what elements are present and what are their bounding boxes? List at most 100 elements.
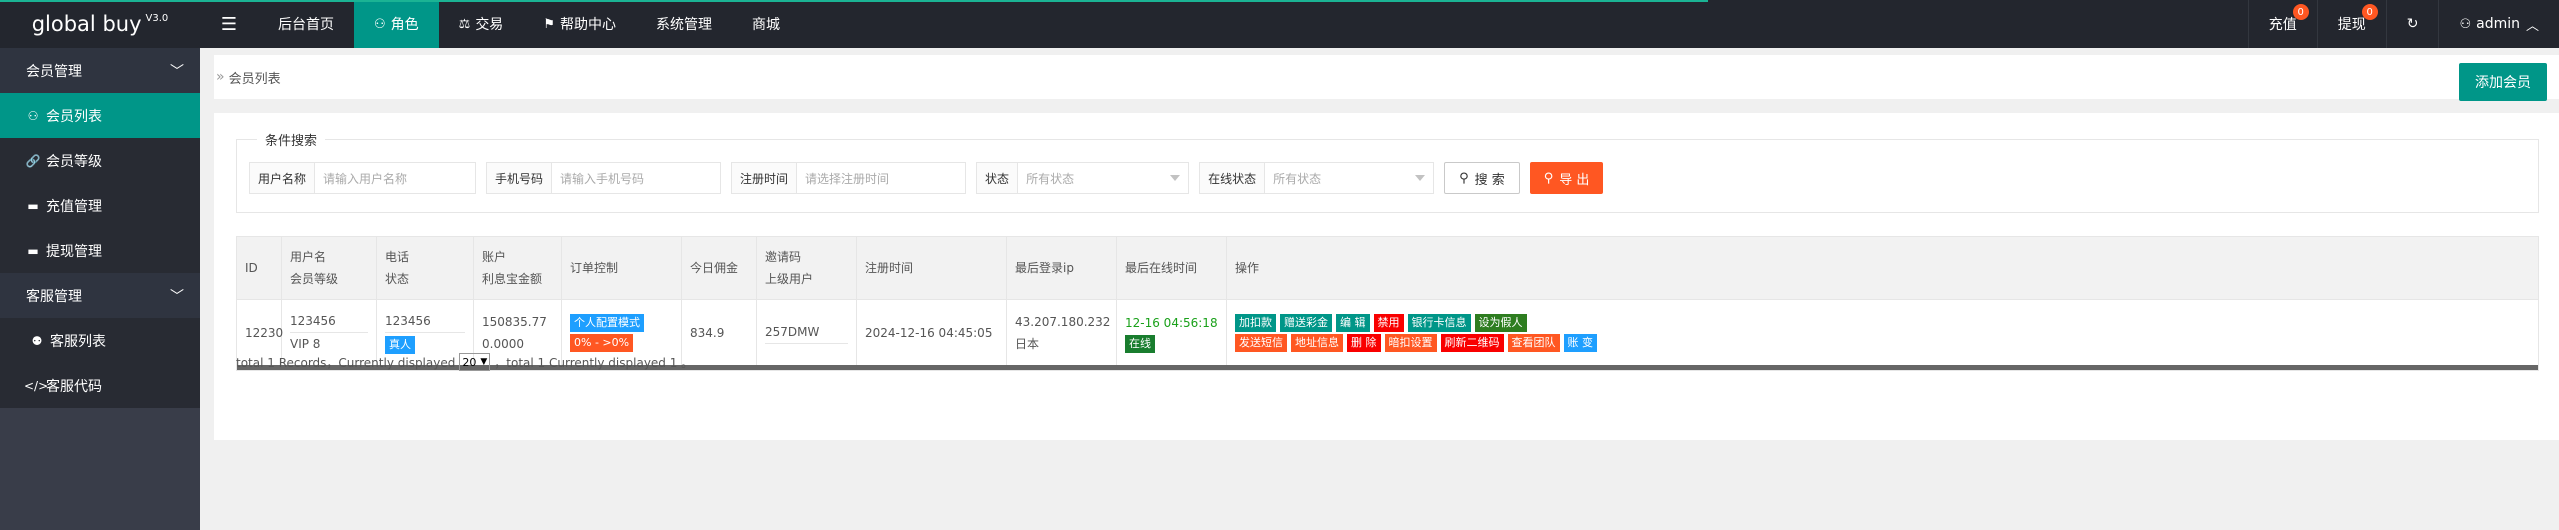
nav-label: 系统管理: [655, 17, 712, 33]
header-text: 注册时间: [865, 261, 914, 275]
phone-field: 手机号码 请输入手机号码: [486, 162, 722, 194]
header-text: 最后在线时间: [1125, 261, 1198, 275]
page-size-select[interactable]: 20 ▼: [459, 353, 491, 371]
select-value: 所有状态: [1273, 171, 1322, 186]
users-icon: ⚉: [31, 333, 43, 348]
header-text: 会员等级: [290, 272, 339, 286]
header-text: 今日佣金: [690, 261, 739, 275]
top-nav: 后台首页 ⚇ 角色 ⚖ 交易 ⚑ 帮助中心 系统管理 商城: [258, 0, 800, 48]
cell-last-online: 12-16 04:56:18 在线: [1117, 300, 1227, 365]
hidden-deduct-button[interactable]: 暗扣设置: [1384, 333, 1437, 352]
cell-text: 12-16 04:56:18: [1125, 315, 1218, 330]
user-menu[interactable]: ⚇ admin ︿: [2438, 0, 2559, 48]
header-last-ip: 最后登录ip: [1007, 237, 1117, 299]
withdraw-link[interactable]: 提现 0: [2316, 0, 2386, 48]
cell-text: 257DMW: [765, 325, 820, 339]
reg-time-field: 注册时间 请选择注册时间: [731, 162, 967, 194]
header-text: 操作: [1235, 261, 1260, 275]
header-invite: 邀请码 上级用户: [757, 237, 857, 299]
page-size-value: 20: [462, 355, 477, 369]
header-ops: 操作: [1227, 237, 2538, 299]
recharge-label: 充值: [2268, 17, 2297, 33]
nav-item-help[interactable]: ⚑ 帮助中心: [523, 0, 636, 48]
user-icon: ⚇: [2459, 16, 2472, 32]
cell-text: VIP 8: [290, 332, 368, 355]
nav-label: 后台首页: [278, 17, 334, 33]
status-select[interactable]: 所有状态: [1018, 163, 1188, 193]
phone-input[interactable]: 请输入手机号码: [552, 163, 720, 193]
menu-toggle-icon[interactable]: ☰: [200, 0, 258, 48]
recharge-link[interactable]: 充值 0: [2247, 0, 2317, 48]
order-range-tag[interactable]: 0% - >0%: [570, 333, 634, 352]
breadcrumb-current: 会员列表: [228, 71, 281, 87]
account-change-button[interactable]: 账 变: [1563, 333, 1597, 352]
nav-item-system[interactable]: 系统管理: [636, 0, 732, 48]
ops-row-1: 加扣款 赠送彩金 编 辑 禁用 银行卡信息 设为假人: [1235, 313, 2530, 333]
nav-item-home[interactable]: 后台首页: [258, 0, 354, 48]
adjust-balance-button[interactable]: 加扣款: [1235, 313, 1276, 332]
cell-text: 123456: [385, 314, 431, 328]
chevron-down-icon: ▼: [480, 357, 488, 367]
cell-commission: 834.9: [682, 300, 757, 365]
header-text: ID: [245, 261, 258, 275]
online-status-field: 在线状态 所有状态: [1199, 162, 1435, 194]
address-info-button[interactable]: 地址信息: [1291, 333, 1343, 352]
cell-text: 150835.77: [482, 314, 547, 329]
sidebar-item-recharge[interactable]: ▬ 充值管理: [0, 183, 200, 228]
cell-text: 43.207.180.232: [1015, 314, 1111, 329]
delete-button[interactable]: 删 除: [1347, 333, 1381, 352]
sidebar-item-member-list[interactable]: ⚇ 会员列表: [0, 93, 200, 138]
app-logo[interactable]: global buy V3.0: [0, 0, 200, 48]
sidebar-group-service[interactable]: 客服管理 ﹀: [0, 273, 200, 318]
refresh-qr-button[interactable]: 刷新二维码: [1440, 333, 1504, 352]
header-id: ID: [237, 237, 282, 299]
view-team-button[interactable]: 查看团队: [1507, 333, 1560, 352]
table-header: ID 用户名 会员等级 电话 状态 账户 利息宝金额 订单控制 今日佣金 邀请码 上级用…: [237, 237, 2538, 300]
select-value: 所有状态: [1026, 171, 1075, 186]
chevron-down-icon: ﹀: [170, 63, 184, 80]
cell-reg-time: 2024-12-16 04:45:05: [857, 300, 1007, 365]
header-reg-time: 注册时间: [857, 237, 1007, 299]
sidebar-group-members[interactable]: 会员管理 ﹀: [0, 48, 200, 93]
search-row: 用户名称 请输入用户名称 手机号码 请输入手机号码 注册时间 请选择注册时间 状态 所有…: [249, 162, 1604, 194]
sidebar-item-label: 客服代码: [46, 378, 102, 395]
set-fake-button[interactable]: 设为假人: [1474, 313, 1527, 332]
nav-item-shop[interactable]: 商城: [732, 0, 800, 48]
sidebar-item-withdraw[interactable]: ▬ 提现管理: [0, 228, 200, 273]
breadcrumb: » 会员列表 添加会员: [214, 55, 2559, 101]
nav-item-trade[interactable]: ⚖ 交易: [439, 0, 524, 48]
cell-text: 12230: [245, 325, 284, 340]
status-tag[interactable]: 真人: [385, 336, 415, 354]
reg-time-input[interactable]: 请选择注册时间: [797, 163, 965, 193]
header-text: 利息宝金额: [482, 272, 543, 286]
status-cell: 真人: [385, 332, 465, 355]
version-label: V3.0: [145, 12, 169, 24]
cell-text: [765, 343, 848, 344]
disable-button[interactable]: 禁用: [1373, 313, 1404, 332]
header-text: 上级用户: [765, 272, 814, 286]
gift-bonus-button[interactable]: 赠送彩金: [1280, 313, 1332, 332]
header-last-online: 最后在线时间: [1117, 237, 1227, 299]
order-mode-tag[interactable]: 个人配置模式: [570, 313, 644, 332]
add-member-button[interactable]: 添加会员: [2459, 63, 2547, 101]
username-label: admin: [2476, 16, 2520, 32]
send-sms-button[interactable]: 发送短信: [1235, 333, 1287, 352]
search-button[interactable]: ⚲ 搜 索: [1444, 162, 1520, 194]
online-status-select[interactable]: 所有状态: [1265, 163, 1433, 193]
sidebar-item-service-code[interactable]: </> 客服代码: [0, 363, 200, 408]
export-button[interactable]: ⚲ 导 出: [1529, 162, 1604, 194]
header-text: 状态: [385, 272, 410, 286]
username-input[interactable]: 请输入用户名称: [315, 163, 475, 193]
sidebar-item-service-list[interactable]: ⚉ 客服列表: [0, 318, 200, 363]
export-icon: ⚲: [1543, 170, 1554, 186]
field-label: 手机号码: [487, 163, 553, 193]
group-label: 会员管理: [26, 63, 82, 80]
logo-text: global buy: [31, 12, 142, 36]
edit-button[interactable]: 编 辑: [1336, 313, 1370, 332]
sidebar-item-label: 充值管理: [46, 198, 102, 215]
field-label: 用户名称: [250, 163, 316, 193]
nav-item-role[interactable]: ⚇ 角色: [354, 0, 439, 48]
sidebar-item-member-level[interactable]: 🔗 会员等级: [0, 138, 200, 183]
refresh-icon[interactable]: ↻: [2385, 0, 2439, 48]
bank-card-button[interactable]: 银行卡信息: [1407, 313, 1471, 332]
